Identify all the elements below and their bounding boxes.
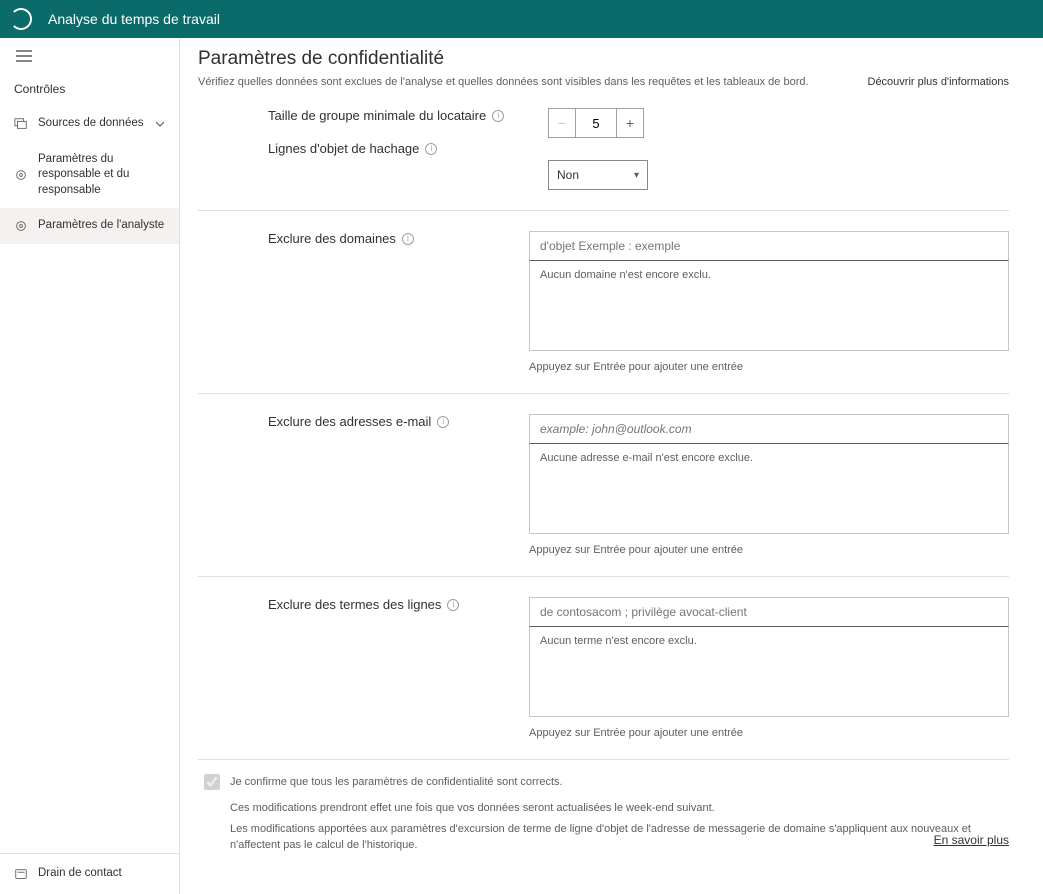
sidebar-footer-label: Drain de contact: [38, 866, 122, 882]
exclude-emails-input[interactable]: [529, 414, 1009, 444]
caret-down-icon: ▾: [634, 170, 639, 181]
info-icon[interactable]: i: [492, 110, 504, 122]
sidebar-item-label: Sources de données: [38, 116, 144, 132]
contact-icon: [14, 867, 28, 881]
sidebar-heading: Contrôles: [0, 74, 179, 106]
sidebar: Contrôles Sources de données Paramètres …: [0, 38, 180, 894]
hamburger-icon: [16, 50, 32, 62]
exclude-domains-empty: Aucun domaine n'est encore exclu.: [540, 269, 711, 281]
chevron-down-icon: [155, 119, 165, 129]
main-content: Paramètres de confidentialité Vérifiez q…: [180, 38, 1043, 894]
sidebar-item-label: Paramètres du responsable et du responsa…: [38, 152, 165, 199]
confirm-note1: Ces modifications prendront effet une fo…: [230, 800, 1009, 817]
exclude-domains-hint: Appuyez sur Entrée pour ajouter une entr…: [529, 361, 1009, 373]
exclude-emails-list: Aucune adresse e-mail n'est encore exclu…: [529, 444, 1009, 534]
hamburger-menu-button[interactable]: [0, 38, 179, 74]
exclude-emails-hint: Appuyez sur Entrée pour ajouter une entr…: [529, 544, 1009, 556]
stepper-increment-button[interactable]: +: [616, 108, 644, 138]
hash-lines-select[interactable]: Non ▾: [548, 160, 648, 190]
info-icon[interactable]: i: [437, 416, 449, 428]
exclude-terms-empty: Aucun terme n'est encore exclu.: [540, 635, 697, 647]
min-group-value[interactable]: [576, 108, 616, 138]
confirm-note2: Les modifications apportées aux paramètr…: [230, 823, 971, 852]
data-sources-icon: [14, 117, 28, 131]
info-icon[interactable]: i: [402, 233, 414, 245]
stepper-decrement-button[interactable]: −: [548, 108, 576, 138]
exclude-terms-input[interactable]: [529, 597, 1009, 627]
exclude-domains-list: Aucun domaine n'est encore exclu.: [529, 261, 1009, 351]
confirm-label: Je confirme que tous les paramètres de c…: [230, 776, 563, 788]
page-title: Paramètres de confidentialité: [198, 38, 1009, 76]
info-icon[interactable]: i: [425, 143, 437, 155]
app-logo-icon: [10, 8, 32, 30]
confirm-section: Je confirme que tous les paramètres de c…: [198, 760, 1009, 854]
label-min-group: Taille de groupe minimale du locataire: [268, 108, 486, 123]
label-hash-lines: Lignes d'objet de hachage: [268, 141, 419, 156]
label-exclude-emails: Exclure des adresses e-mail: [268, 414, 431, 429]
label-exclude-domains: Exclure des domaines: [268, 231, 396, 246]
gear-icon: [14, 219, 28, 233]
sidebar-item-label: Paramètres de l'analyste: [38, 218, 164, 234]
app-title: Analyse du temps de travail: [48, 11, 220, 27]
exclude-emails-empty: Aucune adresse e-mail n'est encore exclu…: [540, 452, 753, 464]
sidebar-item-manager-settings[interactable]: Paramètres du responsable et du responsa…: [0, 142, 179, 209]
sidebar-item-analyst-settings[interactable]: Paramètres de l'analyste: [0, 208, 179, 244]
label-exclude-terms: Exclure des termes des lignes: [268, 597, 441, 612]
info-icon[interactable]: i: [447, 599, 459, 611]
gear-icon: [14, 168, 28, 182]
exclude-terms-list: Aucun terme n'est encore exclu.: [529, 627, 1009, 717]
select-value: Non: [557, 168, 579, 182]
min-group-stepper: − +: [548, 108, 1009, 138]
app-header: Analyse du temps de travail: [0, 0, 1043, 38]
exclude-terms-hint: Appuyez sur Entrée pour ajouter une entr…: [529, 727, 1009, 739]
sidebar-footer-contact[interactable]: Drain de contact: [0, 854, 179, 894]
confirm-checkbox[interactable]: [204, 774, 220, 790]
sidebar-item-data-sources[interactable]: Sources de données: [0, 106, 179, 142]
page-subtitle: Vérifiez quelles données sont exclues de…: [198, 76, 828, 88]
more-info-link[interactable]: Découvrir plus d'informations: [868, 76, 1010, 88]
exclude-domains-input[interactable]: [529, 231, 1009, 261]
